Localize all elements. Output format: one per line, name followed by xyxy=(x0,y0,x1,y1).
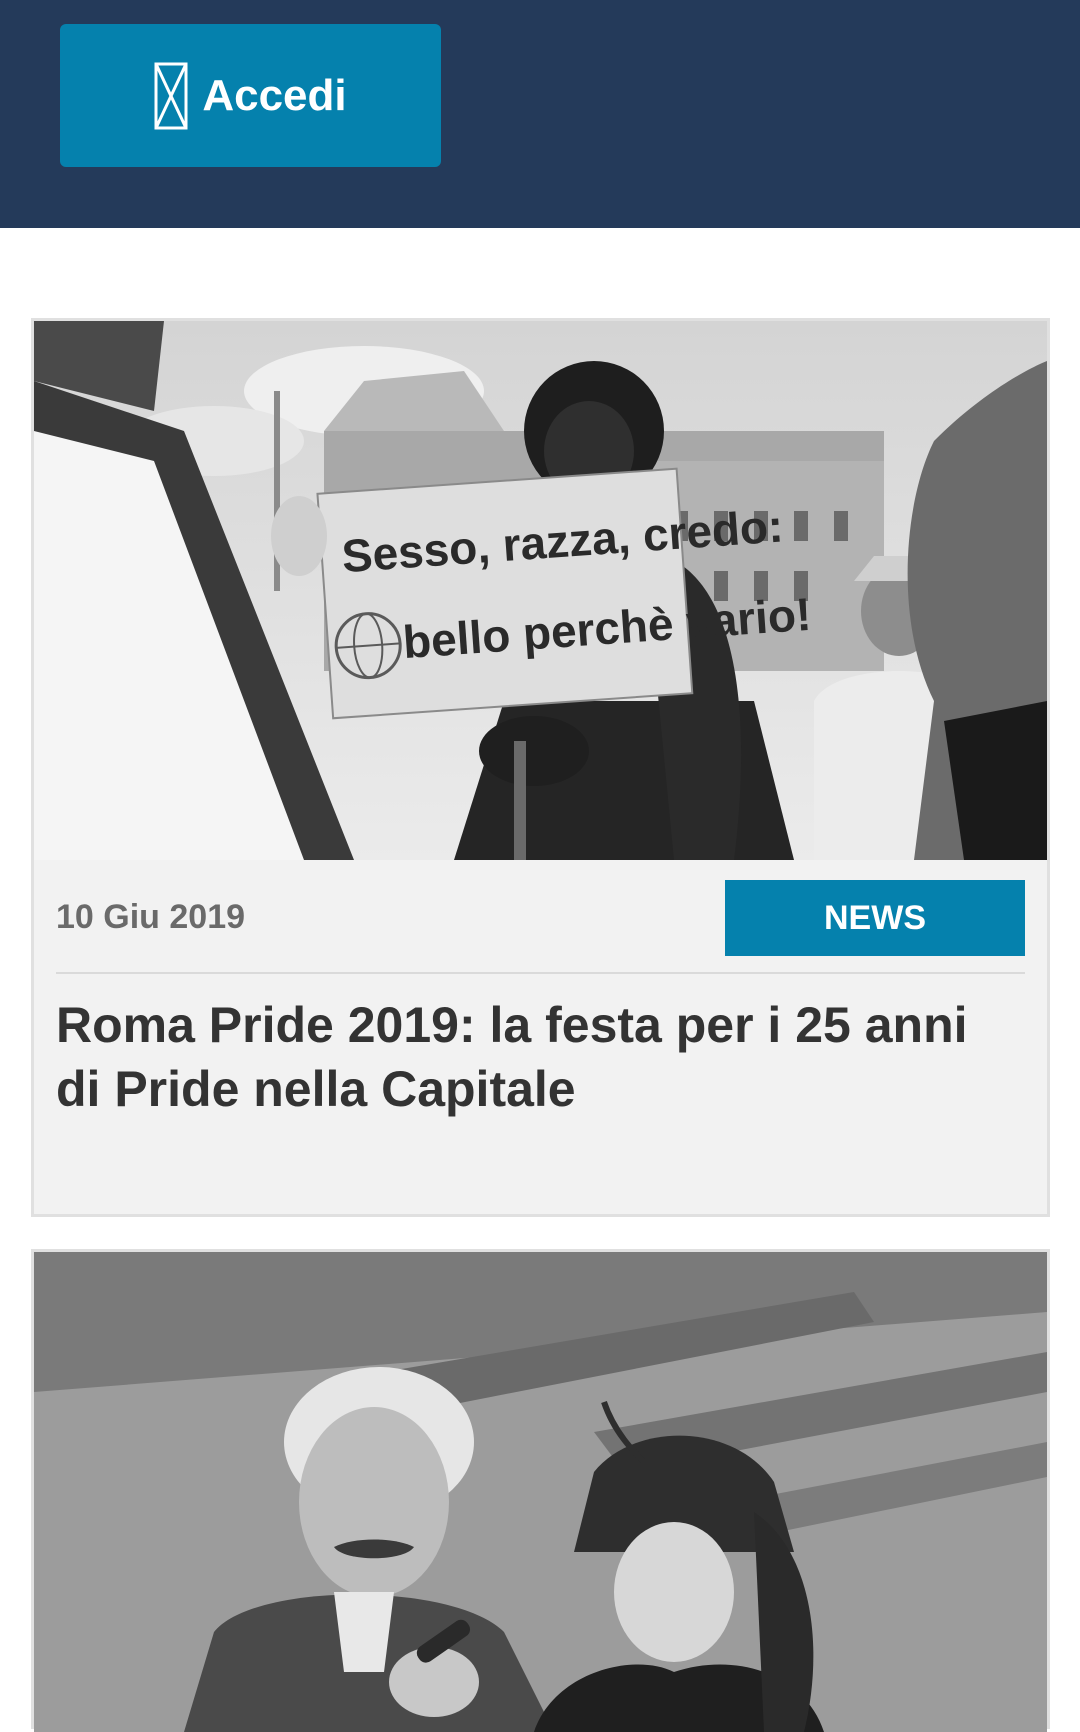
article-date: 10 Giu 2019 xyxy=(56,898,246,936)
hourglass-icon xyxy=(154,62,188,130)
login-label: Accedi xyxy=(202,70,347,120)
login-button[interactable]: Accedi xyxy=(60,24,441,167)
category-badge[interactable]: NEWS xyxy=(725,880,1025,956)
article-meta: 10 Giu 2019 NEWS xyxy=(56,880,1025,956)
article-image[interactable] xyxy=(34,1252,1047,1732)
article-title[interactable]: Roma Pride 2019: la festa per i 25 anni … xyxy=(56,993,1025,1121)
article-image[interactable]: Sesso, razza, credo: bello perchè vario! xyxy=(34,321,1047,860)
article-card[interactable] xyxy=(31,1249,1050,1732)
top-bar: Accedi xyxy=(0,0,1080,228)
divider xyxy=(56,972,1025,974)
article-card[interactable]: Sesso, razza, credo: bello perchè vario!… xyxy=(31,318,1050,1217)
